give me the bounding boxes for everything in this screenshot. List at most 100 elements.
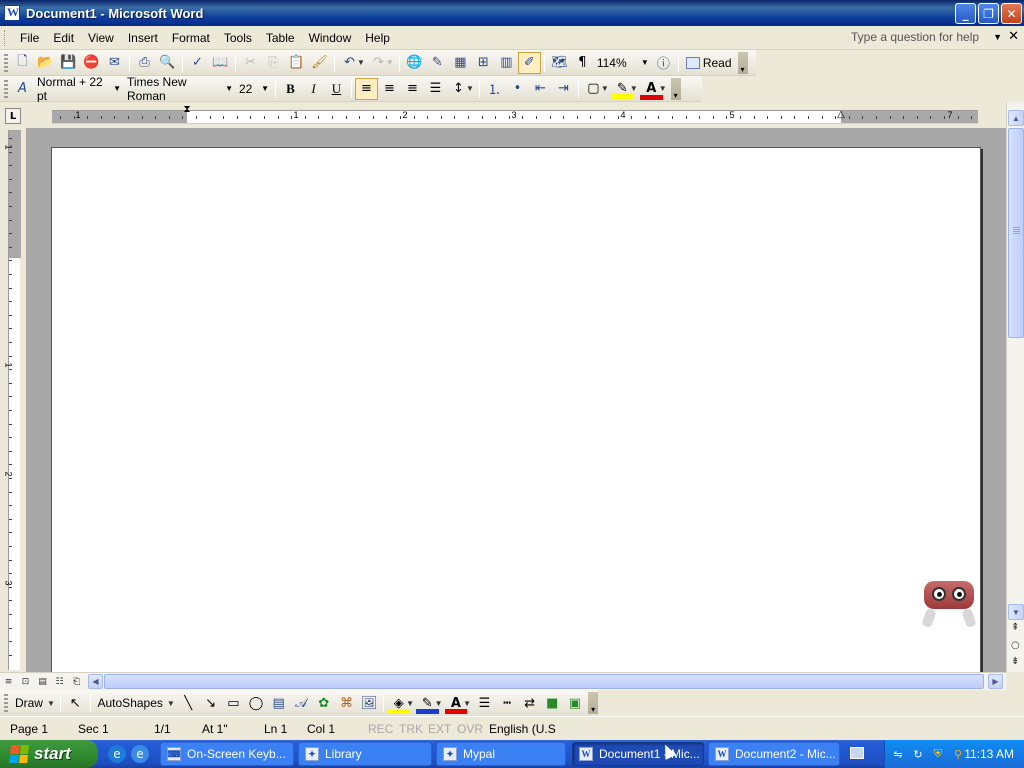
search-icon[interactable]: ⚲ bbox=[951, 747, 965, 761]
style-select[interactable]: Normal + 22 pt ▼ bbox=[34, 75, 124, 103]
chevron-down-icon[interactable]: ▼ bbox=[630, 84, 638, 93]
task-button[interactable]: ✦ Library bbox=[298, 742, 432, 766]
rectangle-icon[interactable]: ▭ bbox=[222, 692, 245, 714]
insert-excel-icon[interactable]: ⊞ bbox=[472, 52, 495, 74]
research-icon[interactable]: 📖 bbox=[209, 52, 232, 74]
underline-button[interactable]: U bbox=[325, 78, 348, 100]
oval-icon[interactable]: ◯ bbox=[245, 692, 268, 714]
chevron-down-icon[interactable]: ▼ bbox=[357, 58, 365, 67]
decrease-indent-icon[interactable]: ⇤ bbox=[529, 78, 552, 100]
vertical-scrollbar[interactable]: ▲ ▼ ⇞ ○ ⇟ bbox=[1006, 102, 1024, 672]
copy-icon[interactable]: ⎘ bbox=[262, 52, 285, 74]
horizontal-ruler[interactable]: 1 1 2 3 4 5 7 ⧗ △ bbox=[52, 104, 978, 124]
autoshapes-button[interactable]: AutoShapes bbox=[94, 696, 167, 710]
chevron-down-icon[interactable]: ▼ bbox=[601, 84, 609, 93]
status-trk[interactable]: TRK bbox=[399, 722, 423, 736]
task-button[interactable]: ✦ Mypal bbox=[436, 742, 566, 766]
office-assistant[interactable] bbox=[918, 575, 982, 633]
document-page[interactable] bbox=[51, 147, 981, 672]
word-app-icon[interactable] bbox=[4, 5, 20, 21]
toolbar-options-icon[interactable]: ▾ bbox=[588, 692, 599, 714]
outline-view-icon[interactable]: ☷ bbox=[51, 674, 68, 690]
toolbar-grip[interactable] bbox=[4, 53, 8, 72]
new-document-icon[interactable]: 🗋 bbox=[11, 52, 34, 74]
chevron-down-icon[interactable]: ▼ bbox=[466, 84, 474, 93]
pilcrow-icon[interactable]: ¶ bbox=[571, 52, 594, 74]
styles-formatting-icon[interactable]: A bbox=[11, 78, 34, 100]
align-right-icon[interactable]: ≡ bbox=[401, 78, 424, 100]
numbering-icon[interactable]: ⒈ bbox=[483, 78, 506, 100]
security-shield-icon[interactable]: ⛨ bbox=[931, 747, 945, 761]
cut-icon[interactable]: ✂ bbox=[239, 52, 262, 74]
align-left-icon[interactable]: ≡ bbox=[355, 77, 378, 100]
paste-icon[interactable]: 📋 bbox=[285, 52, 308, 74]
menu-grip[interactable] bbox=[4, 29, 7, 46]
zoom-select[interactable]: 114% ▼ bbox=[594, 54, 652, 72]
right-indent-marker[interactable]: △ bbox=[837, 109, 845, 120]
justify-icon[interactable]: ☰ bbox=[424, 78, 447, 100]
select-browse-object-icon[interactable]: ○ bbox=[1011, 640, 1020, 651]
open-folder-icon[interactable]: 📂 bbox=[34, 52, 57, 74]
document-map-icon[interactable]: 🗺 bbox=[548, 52, 571, 74]
line-icon[interactable]: ╲ bbox=[177, 692, 200, 714]
menu-format[interactable]: Format bbox=[165, 31, 217, 45]
wordart-icon[interactable]: 𝒜 bbox=[290, 692, 313, 714]
permission-icon[interactable]: ⛔ bbox=[80, 52, 103, 74]
scroll-left-button[interactable]: ◀ bbox=[88, 674, 103, 689]
chevron-down-icon[interactable]: ▼ bbox=[386, 58, 394, 67]
menu-tools[interactable]: Tools bbox=[217, 31, 259, 45]
picture-icon[interactable]: 🖼 bbox=[358, 692, 381, 714]
network-icon[interactable]: ⇋ bbox=[891, 747, 905, 761]
next-page-icon[interactable]: ⇟ bbox=[1011, 656, 1019, 667]
normal-view-icon[interactable]: ≡ bbox=[0, 674, 17, 690]
font-size-select[interactable]: 22 ▼ bbox=[236, 80, 272, 98]
chevron-down-icon[interactable]: ▼ bbox=[659, 84, 667, 93]
task-button[interactable]: W Document1 - Mic... bbox=[572, 742, 704, 766]
menu-window[interactable]: Window bbox=[302, 31, 359, 45]
status-ovr[interactable]: OVR bbox=[457, 722, 483, 736]
update-icon[interactable]: ↻ bbox=[911, 747, 925, 761]
toolbar-grip[interactable] bbox=[4, 79, 8, 98]
read-button[interactable]: Read bbox=[682, 56, 736, 70]
3d-style-icon[interactable]: ▣ bbox=[564, 692, 587, 714]
vertical-ruler[interactable]: 1 1 2 3 bbox=[4, 128, 22, 672]
scroll-right-button[interactable]: ▶ bbox=[988, 674, 1003, 689]
status-rec[interactable]: REC bbox=[368, 722, 393, 736]
font-select[interactable]: Times New Roman ▼ bbox=[124, 75, 236, 103]
keyboard-tray-icon[interactable] bbox=[850, 747, 864, 759]
help-search-box[interactable]: Type a question for help ▼ bbox=[851, 30, 1002, 44]
menu-edit[interactable]: Edit bbox=[46, 31, 81, 45]
select-objects-icon[interactable]: ↖ bbox=[64, 692, 87, 714]
print-preview-icon[interactable]: 🔍 bbox=[156, 52, 179, 74]
arrow-icon[interactable]: ↘ bbox=[199, 692, 222, 714]
toolbar-options-icon[interactable]: ▾ bbox=[737, 51, 748, 74]
spelling-icon[interactable]: ✓ bbox=[186, 52, 209, 74]
tables-borders-icon[interactable]: ✎ bbox=[426, 52, 449, 74]
status-ext[interactable]: EXT bbox=[428, 722, 451, 736]
chevron-down-icon[interactable]: ▼ bbox=[993, 32, 1002, 42]
insert-table-icon[interactable]: ▦ bbox=[449, 52, 472, 74]
scroll-thumb[interactable] bbox=[1008, 128, 1024, 338]
chevron-down-icon[interactable]: ▼ bbox=[167, 699, 175, 708]
menu-table[interactable]: Table bbox=[259, 31, 302, 45]
text-box-icon[interactable]: ▤ bbox=[267, 692, 290, 714]
draw-menu-button[interactable]: Draw bbox=[11, 696, 47, 710]
save-icon[interactable]: 💾 bbox=[57, 52, 80, 74]
web-layout-icon[interactable]: ⊡ bbox=[17, 674, 34, 690]
task-button[interactable]: W Document2 - Mic... bbox=[708, 742, 840, 766]
toolbar-grip[interactable] bbox=[4, 694, 8, 712]
dash-style-icon[interactable]: ┅ bbox=[496, 692, 519, 714]
scroll-up-button[interactable]: ▲ bbox=[1008, 110, 1024, 126]
arrow-style-icon[interactable]: ⇄ bbox=[518, 692, 541, 714]
horizontal-scroll-thumb[interactable] bbox=[104, 674, 984, 689]
shadow-style-icon[interactable]: ■ bbox=[541, 692, 564, 714]
format-painter-icon[interactable]: 🖌 bbox=[308, 52, 331, 74]
close-document-icon[interactable]: ✕ bbox=[1008, 29, 1019, 44]
internet-explorer-icon[interactable]: e bbox=[108, 745, 126, 763]
bullets-icon[interactable]: • bbox=[506, 78, 529, 100]
clip-art-icon[interactable]: ⌘ bbox=[335, 692, 358, 714]
align-center-icon[interactable]: ≡ bbox=[378, 78, 401, 100]
italic-button[interactable]: I bbox=[302, 78, 325, 100]
task-button[interactable]: ⌨ On-Screen Keyb... bbox=[160, 742, 294, 766]
diagram-icon[interactable]: ✿ bbox=[313, 692, 336, 714]
